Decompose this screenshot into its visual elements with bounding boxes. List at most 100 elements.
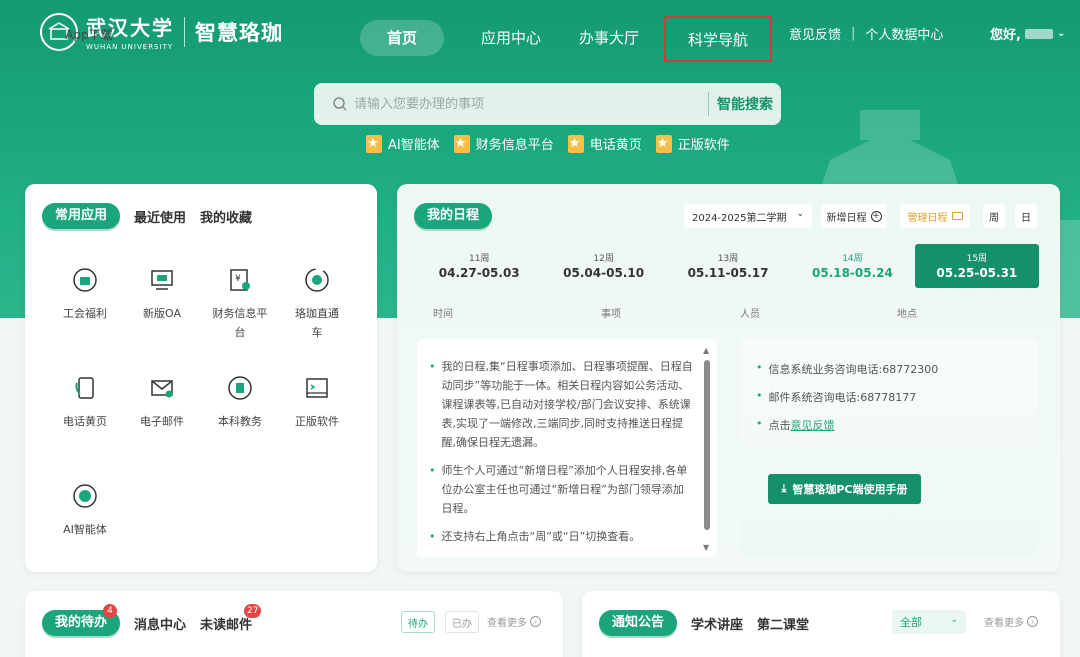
bus-icon [303,266,331,294]
app-email[interactable]: 电子邮件 [123,374,201,431]
tab-academic-lectures[interactable]: 学术讲座 [691,614,743,633]
bookmark-star-icon [453,134,470,153]
app-phone-book[interactable]: 电话黄页 [46,374,124,431]
week-number: 12周 [593,254,614,264]
bullet-dot: • [756,361,763,374]
nav-app-center[interactable]: 应用中心 [466,20,556,56]
user-manual-button[interactable]: ⤓ 智慧珞珈PC端使用手册 [768,474,921,504]
week-number: 11周 [468,254,490,264]
app-licensed-software[interactable]: 正版软件 [278,374,356,431]
user-menu[interactable]: 您好, ⌄ [990,24,1065,43]
week-tab[interactable]: 11周 04.27-05.03 [417,244,541,288]
search-bar: 智能搜索 [314,83,781,125]
description-text: 我的日程,集“日程事项添加、日程事项提醒、日程自动同步”等功能于一体。相关日程内… [441,360,693,449]
nav-science-navigation[interactable]: 科学导航 [664,16,772,62]
monitor-icon [148,266,176,294]
column-header-people: 人员 [740,309,760,320]
tab-favorites[interactable]: 我的收藏 [200,207,252,226]
description-text: 还支持右上角点击“周”或“日”切换查看。 [441,530,641,543]
user-manual-label: 智慧珞珈PC端使用手册 [792,483,908,496]
column-header-item: 事项 [601,309,621,320]
filter-value: 全部 [900,616,922,629]
nav-service-hall[interactable]: 办事大厅 [564,20,654,56]
tab-notices[interactable]: 通知公告 [599,610,678,636]
folder-icon [951,212,963,220]
app-undergrad-affairs[interactable]: 本科教务 [201,374,279,431]
info-text: 点击 [768,419,791,432]
app-label: 本科教务 [218,415,262,428]
arrow-right-circle-icon: › [530,616,541,627]
bookmark-star-icon [366,134,382,153]
scroll-up-icon[interactable]: ▲ [703,346,709,355]
feedback-link[interactable]: 意见反馈 [789,24,841,43]
description-item: • 师生个人可通过“新增日程”添加个人日程安排,各单位办公室主任也可通过“新增日程… [429,461,693,518]
manage-schedule-label: 管理日程 [907,212,948,224]
app-ai-agent[interactable]: AI智能体 [46,482,124,539]
info-line: • 邮件系统咨询电话:68778177 [756,389,1022,405]
week-tab[interactable]: 12周 05.04-05.10 [541,244,665,288]
bullet-dot: • [756,417,763,430]
week-view-button[interactable]: 周 [983,204,1005,228]
smart-search-button[interactable]: 智能搜索 [717,94,773,114]
site-logo[interactable]: 武汉大学 WUHAN UNIVERSITY 智慧珞珈 App下载 [40,12,283,51]
info-text: 邮件系统咨询电话:68778177 [768,391,917,404]
new-schedule-label: 新增日程 [826,212,867,224]
app-union-welfare[interactable]: 工会福利 [46,266,124,323]
week-tab[interactable]: 13周 05.11-05.17 [666,244,790,288]
semester-select[interactable]: 2024-2025第二学期 ⌄ [684,204,812,228]
tab-message-center[interactable]: 消息中心 [134,614,186,633]
todo-filter-button[interactable]: 待办 [401,611,435,633]
more-label: 查看更多 [984,618,1024,629]
quick-link-finance[interactable]: 财务信息平台 [453,134,554,153]
tab-second-classroom[interactable]: 第二课堂 [757,614,809,633]
week-dates: 05.11-05.17 [687,266,769,280]
new-schedule-button[interactable]: 新增日程 + [821,204,887,228]
personal-data-center-link[interactable]: 个人数据中心 [865,24,943,43]
app-download-link[interactable]: App下载 [50,26,128,43]
quick-link-software[interactable]: 正版软件 [655,134,730,153]
app-label: 正版软件 [295,415,339,428]
search-icon [333,97,347,111]
week-tab-selected[interactable]: 15周 05.25-05.31 [914,244,1040,288]
search-input[interactable] [354,96,694,112]
download-icon: ⤓ [781,482,787,495]
book-icon [226,374,254,402]
bullet-dot: • [429,530,436,543]
chevron-down-icon: ⌄ [796,209,804,219]
description-scrollbar[interactable]: ▲ ▼ [702,346,712,552]
app-label: 财务信息平台 [212,307,268,339]
notice-more-link[interactable]: 查看更多 › [984,614,1038,629]
software-icon [303,374,331,402]
quick-link-ai-agent[interactable]: AI智能体 [366,134,440,153]
feedback-link[interactable]: 意见反馈 [791,417,835,433]
tab-unread-mail[interactable]: 未读邮件 [200,614,252,633]
chevron-down-icon: ⌄ [1056,28,1066,39]
todo-more-link[interactable]: 查看更多 › [487,614,541,629]
semester-value: 2024-2025第二学期 [692,212,787,224]
app-new-oa[interactable]: 新版OA [123,266,201,323]
app-label: AI智能体 [63,523,107,536]
week-tab-current[interactable]: 14周 05.18-05.24 [790,244,914,288]
nav-home[interactable]: 首页 [360,20,444,56]
week-dates: 05.18-05.24 [811,266,893,280]
notice-tabs: 通知公告 学术讲座 第二课堂 [599,610,809,636]
mail-count-badge: 27 [244,604,262,618]
scroll-down-icon[interactable]: ▼ [703,543,709,552]
more-label: 查看更多 [487,618,527,629]
tab-common-apps[interactable]: 常用应用 [42,203,121,229]
schedule-description: • 我的日程,集“日程事项添加、日程事项提醒、日程自动同步”等功能于一体。相关日程… [417,339,717,557]
ai-agent-icon [71,482,99,510]
info-text: 信息系统业务咨询电话:68772300 [768,363,939,376]
main-nav: 首页 应用中心 办事大厅 科学导航 [360,15,772,62]
quick-link-phonebook[interactable]: 电话黄页 [567,134,642,153]
manage-schedule-button[interactable]: 管理日程 [900,204,970,228]
day-view-button[interactable]: 日 [1015,204,1037,228]
app-luojia-express[interactable]: 珞珈直通车 [278,266,356,342]
quick-link-label: 正版软件 [677,138,730,153]
schedule-title: 我的日程 [414,203,493,229]
notice-filter-select[interactable]: 全部 ⌄ [892,610,966,634]
scrollbar-thumb[interactable] [704,360,710,530]
tab-recent[interactable]: 最近使用 [134,207,186,226]
app-finance[interactable]: ¥ 财务信息平台 [201,266,279,342]
done-filter-button[interactable]: 已办 [445,611,479,633]
